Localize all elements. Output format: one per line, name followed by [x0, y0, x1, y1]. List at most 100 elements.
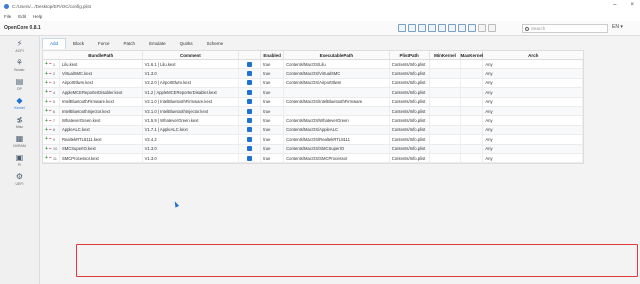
- cell-minkernel[interactable]: [430, 97, 462, 106]
- cell-plistpath[interactable]: Contents/Info.plist: [390, 144, 430, 153]
- cell-maxkernel[interactable]: [461, 135, 484, 144]
- header-maxkernel[interactable]: MaxKernel: [461, 51, 484, 59]
- header-executablepath[interactable]: ExecutablePath: [284, 51, 390, 59]
- cell-maxkernel[interactable]: [461, 153, 484, 163]
- cell-plistpath[interactable]: Contents/Info.plist: [390, 78, 430, 88]
- minimize-button[interactable]: –: [613, 2, 616, 8]
- cell-enabled[interactable]: true: [261, 106, 285, 116]
- cell-bundlepath[interactable]: RealtekRTL8111.kext: [60, 135, 143, 144]
- cell-minkernel[interactable]: [430, 88, 462, 97]
- cell-plistpath[interactable]: Contents/Info.plist: [390, 106, 430, 116]
- cell-arch[interactable]: Any: [483, 97, 584, 106]
- cell-bundlepath[interactable]: AppleMCEReporterDisabler.kext: [60, 88, 143, 97]
- table-row[interactable]: + −9 RealtekRTL8111.kext V2.4.2 true Contents…: [43, 135, 584, 145]
- sidebar-item-uefi[interactable]: ⚙ UEFI: [0, 169, 39, 188]
- open-file-icon[interactable]: [398, 24, 406, 32]
- cell-arch[interactable]: Any: [483, 125, 584, 135]
- cell-minkernel[interactable]: [430, 125, 462, 135]
- remove-row-icon[interactable]: −: [49, 146, 52, 152]
- add-row-icon[interactable]: +: [45, 71, 48, 77]
- cell-plistpath[interactable]: Contents/Info.plist: [390, 88, 430, 97]
- sidebar-item-dp[interactable]: ▤ DP: [0, 74, 39, 93]
- cell-plistpath[interactable]: Contents/Info.plist: [390, 97, 430, 106]
- cell-executablepath[interactable]: Contents/MacOS/SMCProcessor: [284, 153, 390, 163]
- sidebar-item-pi[interactable]: ▣ PI: [0, 150, 39, 169]
- menu-edit[interactable]: Edit: [18, 14, 26, 19]
- cell-minkernel[interactable]: [430, 60, 462, 69]
- cell-executablepath[interactable]: Contents/MacOS/IntelBluetoothFirmware: [284, 97, 390, 106]
- cell-arch[interactable]: Any: [483, 153, 584, 163]
- table-row[interactable]: + −10 SMCSuperIO.kext V1.3.0 true Contents/Ma…: [43, 144, 584, 154]
- remove-row-icon[interactable]: −: [49, 99, 52, 105]
- cell-executablepath[interactable]: Contents/MacOS/AirportItlwm: [284, 78, 390, 88]
- cell-comment[interactable]: V2.1.0 | IntelBluetoothFirmware.kext: [143, 97, 240, 106]
- tab-block[interactable]: Block: [66, 38, 91, 49]
- remove-row-icon[interactable]: −: [49, 71, 52, 77]
- cell-executablepath[interactable]: Contents/MacOS/WhateverGreen: [284, 116, 390, 125]
- cell-enabled-checkbox[interactable]: [239, 125, 262, 135]
- cell-enabled-checkbox[interactable]: [239, 69, 262, 78]
- cell-enabled[interactable]: true: [261, 69, 285, 78]
- cell-enabled-checkbox[interactable]: [239, 88, 262, 97]
- cell-comment[interactable]: V1.5.9 | WhateverGreen.kext: [143, 116, 240, 125]
- cell-maxkernel[interactable]: [461, 60, 484, 69]
- tab-patch[interactable]: Patch: [117, 38, 143, 49]
- cell-arch[interactable]: Any: [483, 60, 584, 69]
- open-folder-icon[interactable]: [408, 24, 416, 32]
- cell-comment[interactable]: V2.2.0 | AirportItlwm.kext: [143, 78, 240, 88]
- language-select[interactable]: EN ▾: [612, 24, 623, 30]
- cell-executablepath[interactable]: Contents/MacOS/RealtekRTL8111: [284, 135, 390, 144]
- cell-enabled[interactable]: true: [261, 88, 285, 97]
- header-arch[interactable]: Arch: [483, 51, 583, 59]
- cell-executablepath[interactable]: Contents/MacOS/AppleALC: [284, 125, 390, 135]
- table-row[interactable]: + −6 IntelBluetoothInjector.kext V2.1.0 | I…: [43, 106, 584, 117]
- header-enabled[interactable]: Enabled: [261, 51, 285, 59]
- remove-row-icon[interactable]: −: [49, 127, 52, 133]
- cell-arch[interactable]: Any: [483, 88, 584, 97]
- add-row-icon[interactable]: +: [45, 136, 48, 142]
- cell-enabled[interactable]: true: [261, 97, 285, 106]
- cell-arch[interactable]: Any: [483, 106, 584, 116]
- remove-row-icon[interactable]: −: [49, 61, 52, 67]
- cell-minkernel[interactable]: [430, 106, 462, 116]
- cell-comment[interactable]: V2.1.0 | IntelBluetoothInjector.kext: [143, 106, 240, 116]
- cell-arch[interactable]: Any: [483, 69, 584, 78]
- database-icon[interactable]: [448, 24, 456, 32]
- search-input[interactable]: Search: [522, 24, 608, 33]
- cell-bundlepath[interactable]: AirportItlwm.kext: [60, 78, 143, 88]
- compare-icon[interactable]: [458, 24, 466, 32]
- export-icon[interactable]: [468, 24, 476, 32]
- cell-comment[interactable]: V1.3.0: [143, 153, 240, 163]
- remove-row-icon[interactable]: −: [49, 89, 52, 95]
- table-row[interactable]: + −3 AirportItlwm.kext V2.2.0 | AirportItlw…: [43, 78, 584, 89]
- cell-plistpath[interactable]: Contents/Info.plist: [390, 69, 430, 78]
- remove-row-icon[interactable]: −: [49, 118, 52, 124]
- tab-scheme[interactable]: Scheme: [200, 38, 231, 49]
- cell-bundlepath[interactable]: WhateverGreen.kext: [60, 116, 143, 125]
- cell-plistpath[interactable]: Contents/Info.plist: [390, 125, 430, 135]
- save-as-icon[interactable]: [428, 24, 436, 32]
- cell-minkernel[interactable]: [430, 144, 462, 153]
- cell-maxkernel[interactable]: [461, 144, 484, 153]
- menu-file[interactable]: File: [4, 14, 11, 19]
- cell-executablepath[interactable]: Contents/MacOS/SMCSuperIO: [284, 144, 390, 153]
- table-row[interactable]: + −2 VirtualSMC.kext V1.3.0 true Contents/Mac…: [43, 69, 584, 79]
- cell-comment[interactable]: V1.3.0: [143, 69, 240, 78]
- cell-enabled[interactable]: true: [261, 60, 285, 69]
- tab-add[interactable]: Add: [42, 37, 67, 49]
- header-comment[interactable]: Comment: [143, 51, 240, 59]
- close-button[interactable]: ×: [630, 2, 634, 8]
- cell-enabled-checkbox[interactable]: [239, 144, 262, 153]
- table-row[interactable]: + −1 Lilu.kext V1.6.1 | Lilu.kext true Conten…: [43, 60, 584, 70]
- tab-quirks[interactable]: Quirks: [173, 38, 200, 49]
- cell-bundlepath[interactable]: AppleALC.kext: [60, 125, 143, 135]
- cell-comment[interactable]: V1.2 | AppleMCEReporterDisabler.kext: [143, 88, 240, 97]
- cell-enabled-checkbox[interactable]: [239, 97, 262, 106]
- table-row[interactable]: + −4 AppleMCEReporterDisabler.kext V1.2 | A…: [43, 88, 584, 98]
- cell-minkernel[interactable]: [430, 135, 462, 144]
- header-plistpath[interactable]: PlistPath: [390, 51, 430, 59]
- remove-row-icon[interactable]: −: [49, 155, 52, 161]
- add-row-icon[interactable]: +: [45, 118, 48, 124]
- cell-enabled[interactable]: true: [261, 125, 285, 135]
- cell-maxkernel[interactable]: [461, 69, 484, 78]
